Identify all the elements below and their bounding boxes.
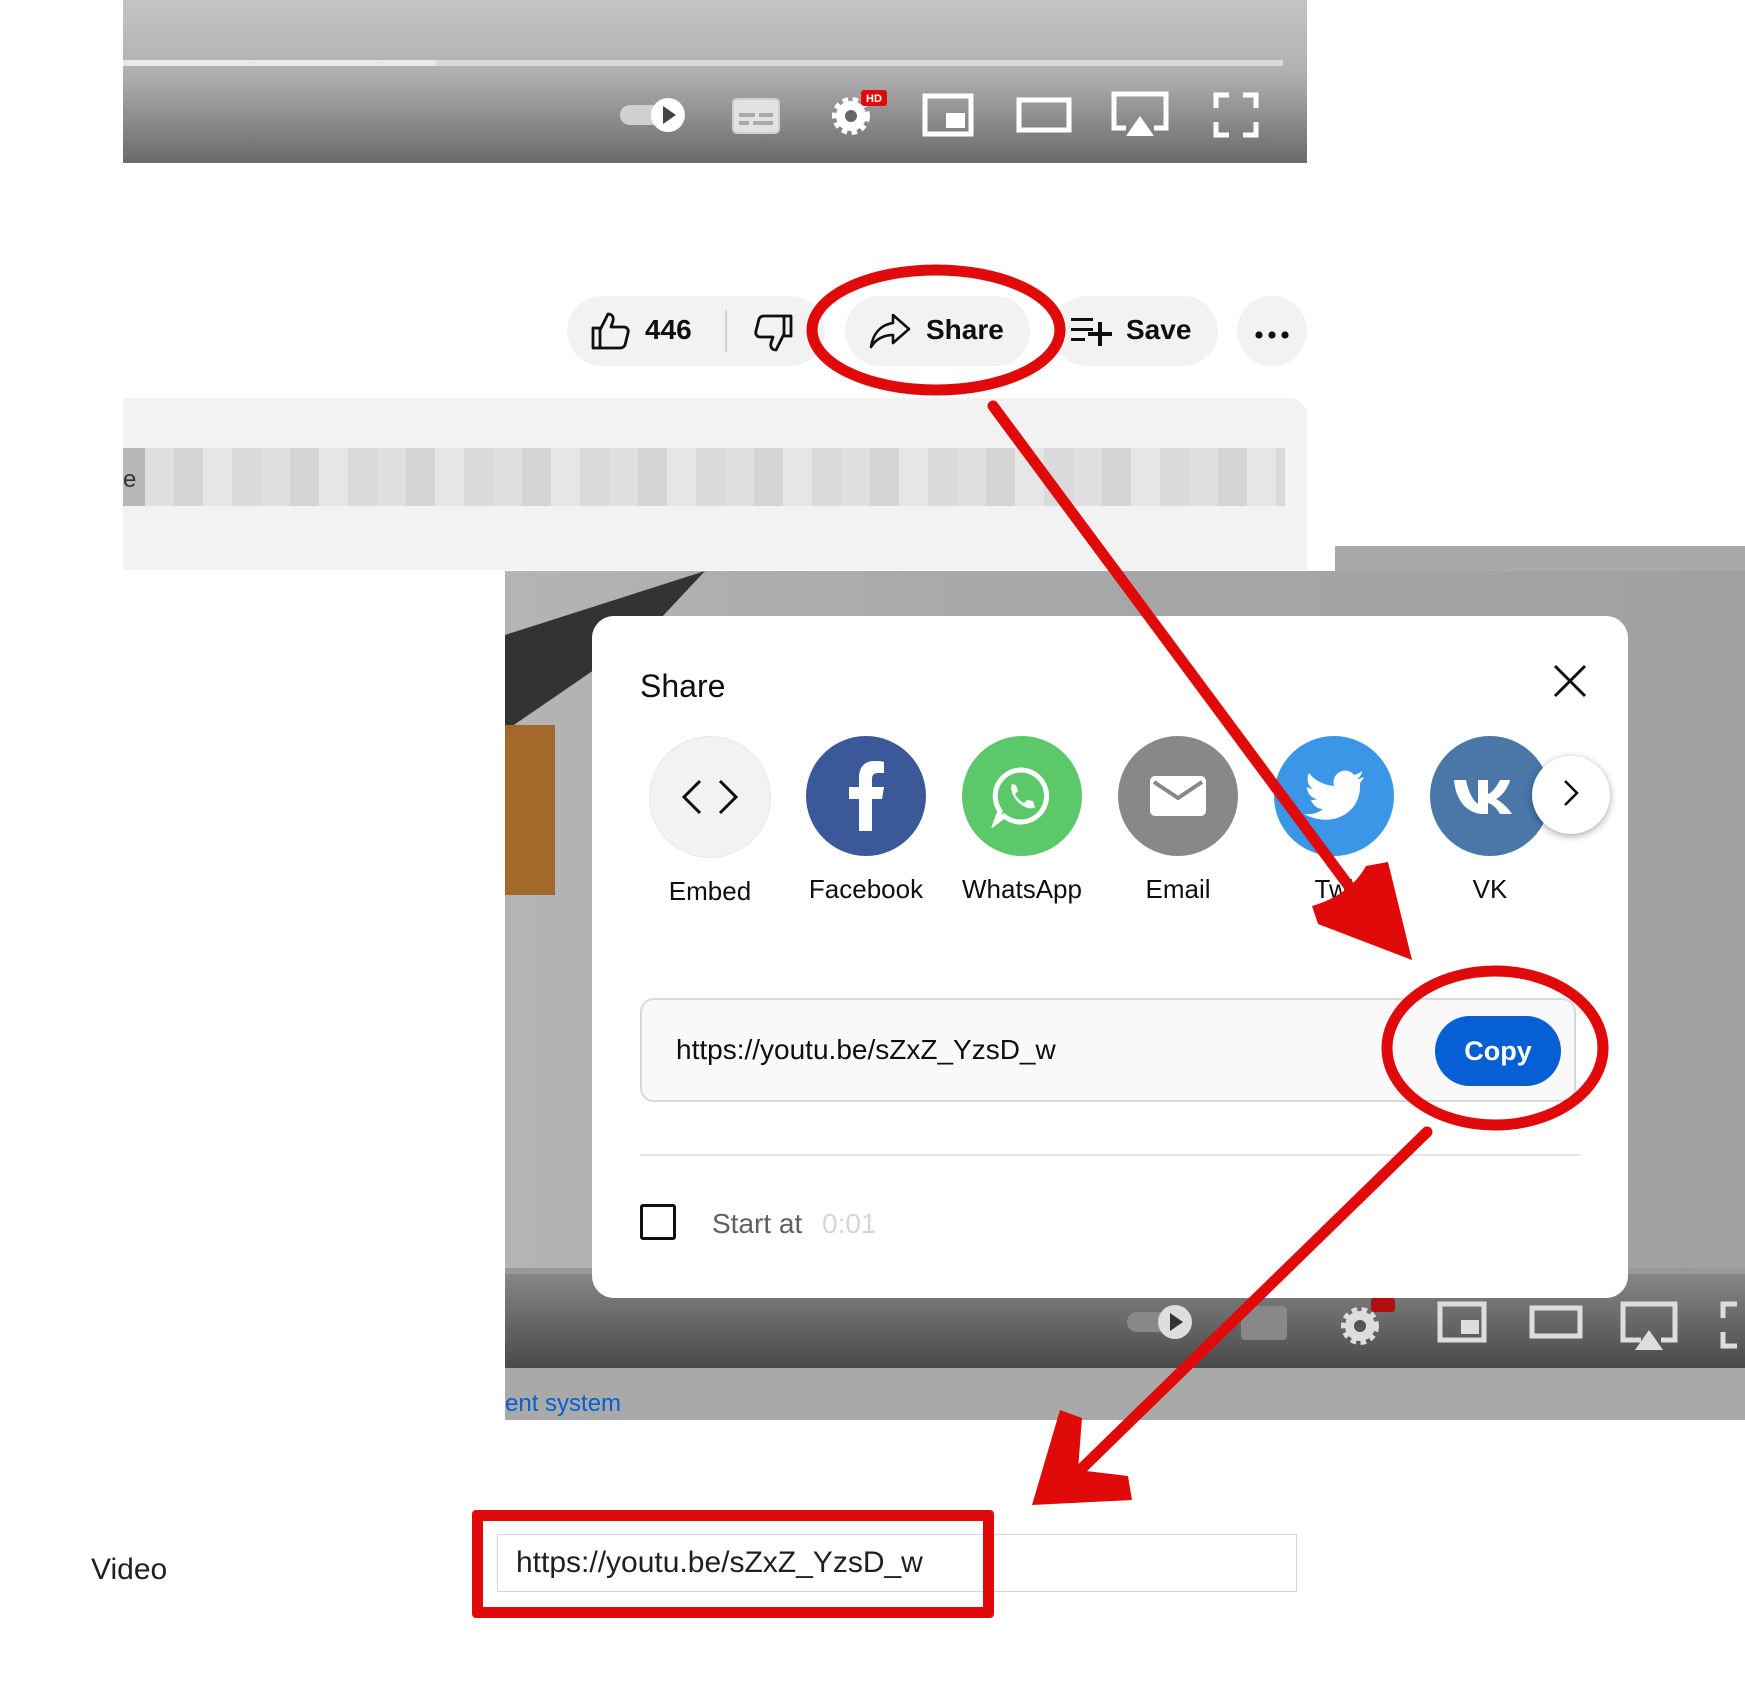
start-at-label: Start at: [712, 1208, 803, 1239]
share-option-whatsapp[interactable]: WhatsApp: [947, 736, 1097, 905]
autoplay-toggle-icon[interactable]: [618, 90, 690, 140]
video-frame-object: [505, 725, 555, 895]
copy-button[interactable]: Copy: [1435, 1016, 1561, 1086]
settings-icon[interactable]: HD: [827, 90, 887, 140]
whatsapp-icon: [962, 736, 1082, 856]
like-count: 446: [645, 314, 692, 345]
embed-icon: [649, 736, 771, 858]
close-button[interactable]: [1547, 658, 1593, 704]
hd-badge: HD: [866, 93, 882, 105]
save-label: Save: [1126, 314, 1192, 345]
miniplayer-icon[interactable]: [922, 90, 974, 140]
divider: [640, 1154, 1580, 1156]
progress-bar[interactable]: [123, 60, 1283, 66]
start-at-checkbox[interactable]: [640, 1204, 676, 1240]
description-redacted-text: [145, 448, 1285, 506]
thumbs-down-icon[interactable]: [753, 312, 795, 361]
more-horizontal-icon: [1254, 315, 1290, 347]
description-text-fragment: e: [123, 466, 137, 493]
airplay-icon: [1620, 1301, 1678, 1350]
miniplayer-icon: [1437, 1301, 1487, 1343]
video-player-top: HD: [123, 0, 1307, 163]
description-box[interactable]: e: [123, 398, 1307, 570]
subtitles-icon[interactable]: [731, 90, 781, 140]
twitter-icon: [1274, 736, 1394, 856]
share-option-label: WhatsApp: [962, 874, 1082, 904]
progress-bar-fill: [123, 60, 437, 66]
video-field-label: Video: [91, 1553, 168, 1586]
theater-mode-icon[interactable]: [1016, 90, 1072, 140]
autoplay-toggle-icon: [1127, 1305, 1192, 1339]
share-url-text: https://youtu.be/sZxZ_YzsD_w: [676, 1034, 1056, 1065]
chevron-right-icon: [1561, 778, 1581, 813]
thumbs-up-icon: [589, 310, 631, 359]
close-icon: [1547, 664, 1593, 708]
theater-mode-icon: [1529, 1305, 1583, 1339]
save-button[interactable]: Save: [1052, 296, 1218, 366]
airplay-icon[interactable]: [1110, 90, 1170, 140]
playlist-add-icon: [1069, 314, 1113, 355]
start-at-time-input[interactable]: 0:01: [822, 1208, 877, 1240]
page-background-strip: [505, 1368, 1745, 1420]
share-arrow-icon: [869, 311, 911, 358]
like-button[interactable]: 446: [567, 296, 825, 366]
subtitles-icon: [1241, 1306, 1287, 1340]
email-icon: [1118, 736, 1238, 856]
video-player-bottom-edge: [1335, 546, 1745, 572]
share-options-next-button[interactable]: [1532, 756, 1610, 834]
share-option-twitter[interactable]: Twi: [1259, 736, 1409, 905]
share-option-label: Facebook: [808, 874, 924, 904]
share-option-label: Email: [1145, 874, 1211, 904]
share-option-embed[interactable]: Embed: [635, 736, 785, 907]
more-actions-button[interactable]: [1237, 296, 1307, 366]
annotation-highlight-box: [472, 1510, 994, 1618]
settings-icon: [1341, 1298, 1395, 1345]
share-option-label: Embed: [668, 876, 752, 906]
dialog-title: Share: [640, 668, 726, 704]
facebook-icon: [806, 736, 926, 856]
description-link[interactable]: ent system: [505, 1390, 621, 1418]
share-option-label: Twi: [1314, 874, 1354, 904]
share-dialog: Share Embed Facebook WhatsApp Email Twi …: [592, 616, 1628, 1298]
divider: [725, 310, 727, 352]
fullscreen-icon: [1720, 1301, 1737, 1349]
share-url-field[interactable]: https://youtu.be/sZxZ_YzsD_w Copy: [640, 998, 1576, 1102]
share-button[interactable]: Share: [845, 296, 1030, 366]
share-option-email[interactable]: Email: [1103, 736, 1253, 905]
fullscreen-icon[interactable]: [1213, 90, 1259, 140]
share-label: Share: [926, 314, 1004, 345]
share-option-label: VK: [1472, 874, 1508, 904]
share-option-facebook[interactable]: Facebook: [791, 736, 941, 905]
